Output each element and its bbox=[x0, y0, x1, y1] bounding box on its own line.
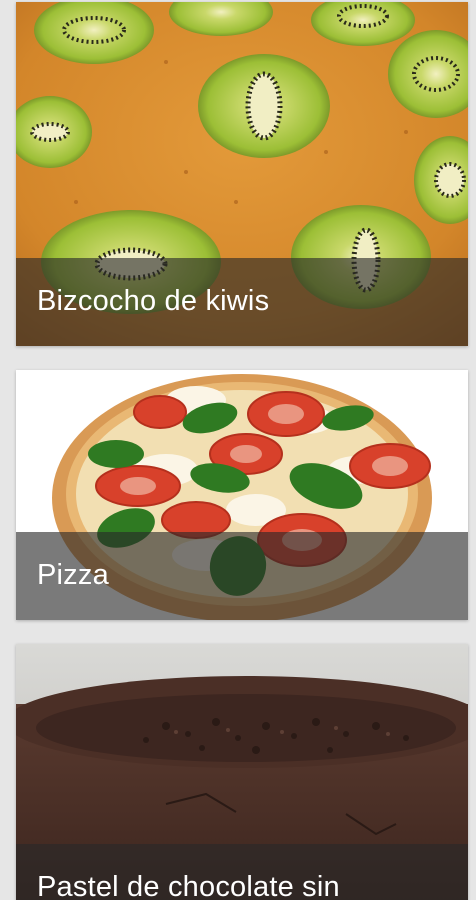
recipe-card-bizcocho-de-kiwis[interactable]: Bizcocho de kiwis bbox=[16, 2, 468, 346]
recipe-title: Bizcocho de kiwis bbox=[37, 285, 270, 318]
recipe-title: Pizza bbox=[37, 559, 109, 592]
caption-overlay: Pastel de chocolate sin bbox=[16, 844, 468, 900]
recipe-title: Pastel de chocolate sin bbox=[37, 871, 340, 900]
recipe-card-pizza[interactable]: Pizza bbox=[16, 370, 468, 620]
recipe-feed: Bizcocho de kiwis Pizza Pastel de chocol… bbox=[0, 0, 476, 900]
caption-overlay: Pizza bbox=[16, 532, 468, 620]
recipe-card-pastel-de-chocolate[interactable]: Pastel de chocolate sin bbox=[16, 644, 468, 900]
caption-overlay: Bizcocho de kiwis bbox=[16, 258, 468, 346]
